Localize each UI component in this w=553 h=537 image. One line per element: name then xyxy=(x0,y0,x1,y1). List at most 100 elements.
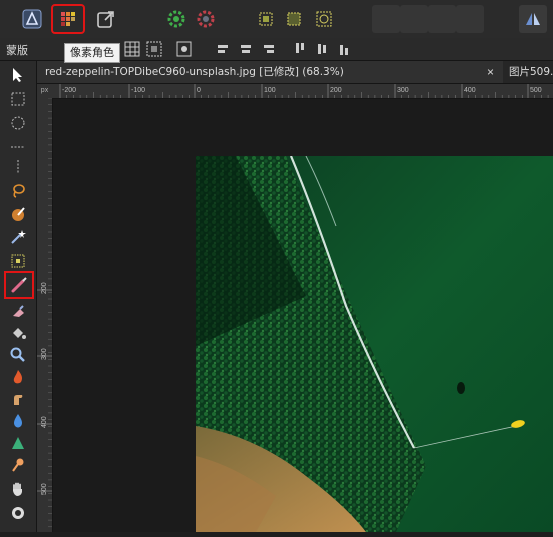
move-tool[interactable] xyxy=(7,65,29,85)
ellipse-marquee-icon xyxy=(11,116,25,130)
view-tool[interactable] xyxy=(7,479,29,499)
marquee-ellipse-tool[interactable] xyxy=(7,113,29,133)
pixel-persona-button[interactable] xyxy=(51,4,85,34)
dodge-icon xyxy=(12,458,24,472)
arrange-button-1[interactable] xyxy=(372,5,400,33)
selection-brush-tool[interactable] xyxy=(7,204,29,224)
eraser-icon xyxy=(13,305,24,317)
flood-select-tool[interactable] xyxy=(7,227,29,247)
ruler-label: 500 xyxy=(530,87,542,94)
erase-brush-tool[interactable] xyxy=(7,301,29,321)
export-persona-icon xyxy=(97,11,114,28)
export-persona-button[interactable] xyxy=(92,5,120,33)
grid-icon[interactable] xyxy=(124,41,140,57)
selection-brush-icon xyxy=(12,207,25,221)
bounds-icon xyxy=(259,12,273,26)
lasso-icon xyxy=(13,184,25,198)
align-middle-icon[interactable] xyxy=(314,41,330,57)
ruler-label: 500 xyxy=(41,483,48,495)
magic-wand-icon xyxy=(11,230,26,244)
arrange-button-4[interactable] xyxy=(456,5,484,33)
ruler-label: 200 xyxy=(41,282,48,294)
paint-brush-icon xyxy=(11,277,27,293)
align-icon xyxy=(316,11,332,27)
flip-button[interactable] xyxy=(519,5,547,33)
align-left-icon[interactable] xyxy=(216,41,232,57)
ruler-label: 400 xyxy=(41,416,48,428)
tab-document-2[interactable]: 图片509.jpg xyxy=(503,61,553,83)
aerial-beach-photo[interactable] xyxy=(196,156,553,532)
snapping-button[interactable] xyxy=(192,5,220,33)
transform-icon xyxy=(287,12,301,26)
ruler-label: -200 xyxy=(62,87,76,94)
zoom-inspect-tool[interactable] xyxy=(7,345,29,365)
dodge-tool[interactable] xyxy=(7,455,29,475)
ruler-ticks: -200 -100 0 100 200 300 400 500 xyxy=(59,84,549,98)
ruler-label: 300 xyxy=(41,348,48,360)
ruler-ticks: 200 300 400 500 xyxy=(37,97,52,528)
align-bottom-icon[interactable] xyxy=(336,41,352,57)
paint-brush-tool[interactable] xyxy=(4,271,34,299)
flame-icon xyxy=(13,370,22,384)
pixel-tool[interactable] xyxy=(7,251,29,271)
pointer-icon xyxy=(13,68,22,82)
align-right-icon[interactable] xyxy=(260,41,276,57)
magnifier-icon xyxy=(10,347,25,362)
arrange-button-3[interactable] xyxy=(428,5,456,33)
align-center-icon[interactable] xyxy=(238,41,254,57)
ruler-label: 100 xyxy=(264,87,276,94)
vertical-ruler[interactable]: 200 300 400 500 xyxy=(37,97,53,532)
sharpen-tool[interactable] xyxy=(7,411,29,431)
canvas[interactable] xyxy=(53,99,553,532)
document-tabs: red-zeppelin-TOPDibeC960-unsplash.jpg [已… xyxy=(37,61,553,84)
ruler-label: 200 xyxy=(330,87,342,94)
finger-icon xyxy=(14,395,23,405)
zoom-tool[interactable] xyxy=(7,503,29,523)
pixel-persona-icon xyxy=(61,12,75,26)
close-tab-icon[interactable]: × xyxy=(487,61,494,83)
arrange-button-2[interactable] xyxy=(400,5,428,33)
align-button[interactable] xyxy=(310,5,338,33)
blur-tool[interactable] xyxy=(7,433,29,453)
paint-bucket-icon xyxy=(13,328,26,339)
align-top-icon[interactable] xyxy=(292,41,308,57)
horizontal-ruler[interactable]: -200 -100 0 100 200 300 400 500 xyxy=(52,84,553,99)
hand-icon xyxy=(13,482,22,496)
ruler-label: -100 xyxy=(131,87,145,94)
ruler-label: 0 xyxy=(197,87,201,94)
burn-tool[interactable] xyxy=(7,367,29,387)
zoom-icon xyxy=(12,507,24,519)
gear-red-icon xyxy=(197,10,215,28)
smudge-tool[interactable] xyxy=(7,389,29,409)
affinity-designer-icon xyxy=(22,9,42,29)
select-bounds-button[interactable] xyxy=(252,5,280,33)
row-marquee-icon xyxy=(11,146,25,148)
ruler-label: 300 xyxy=(397,87,409,94)
ruler-unit[interactable]: px xyxy=(37,84,52,98)
mask-label: 蒙版 xyxy=(6,44,28,57)
flood-fill-tool[interactable] xyxy=(7,323,29,343)
pixel-icon xyxy=(11,254,25,268)
grid-dots-icon[interactable] xyxy=(146,41,162,57)
gear-icon xyxy=(167,10,185,28)
main-toolbar xyxy=(0,0,553,39)
marquee-col-tool[interactable] xyxy=(7,157,29,177)
marquee-row-tool[interactable] xyxy=(7,137,29,157)
transform-button[interactable] xyxy=(280,5,308,33)
freehand-selection-tool[interactable] xyxy=(7,181,29,201)
tab-document-active[interactable]: red-zeppelin-TOPDibeC960-unsplash.jpg [已… xyxy=(37,61,503,83)
designer-persona-button[interactable] xyxy=(18,5,46,33)
drop-icon xyxy=(14,414,22,428)
rect-marquee-icon xyxy=(11,92,25,106)
sync-settings-button[interactable] xyxy=(162,5,190,33)
marquee-rect-tool[interactable] xyxy=(7,89,29,109)
persona-tooltip: 像素角色 xyxy=(64,43,120,63)
tools-panel xyxy=(0,61,37,532)
tab-label: red-zeppelin-TOPDibeC960-unsplash.jpg [已… xyxy=(45,66,344,78)
ruler-label: 400 xyxy=(464,87,476,94)
focus-icon[interactable] xyxy=(176,41,192,57)
flip-icon xyxy=(526,13,540,25)
triangle-icon xyxy=(12,437,24,449)
tab-label: 图片509.jpg xyxy=(509,66,553,78)
column-marquee-icon xyxy=(17,160,19,174)
